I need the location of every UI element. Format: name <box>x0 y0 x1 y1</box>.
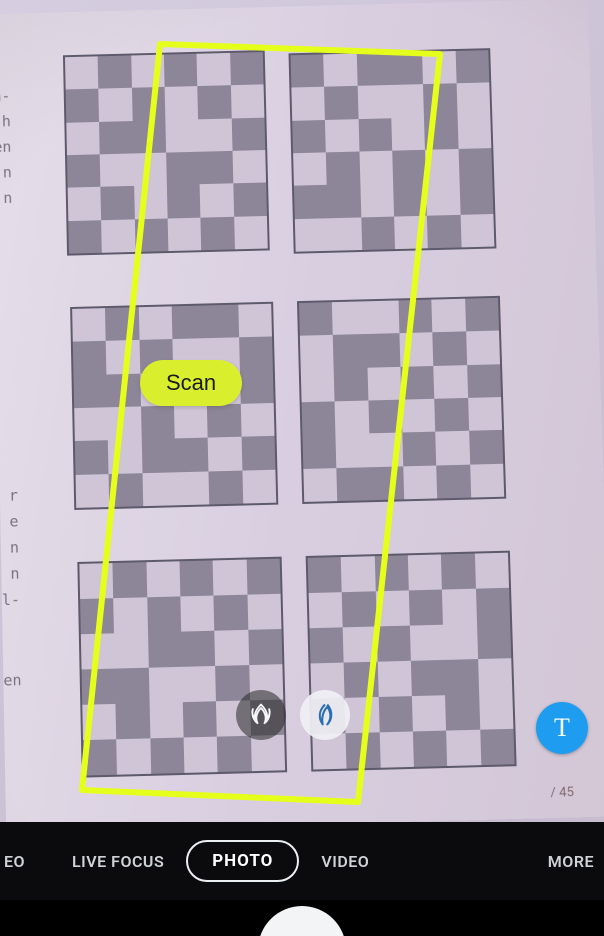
page-edge-text: a- h en n n <box>0 83 13 211</box>
leaf-icon <box>311 701 339 729</box>
bixby-text-badge[interactable]: T <box>536 702 588 754</box>
captured-page-background: a- h en n n r e n n l- en / 45 <box>0 0 604 822</box>
mode-prev-partial[interactable]: EO <box>4 842 42 881</box>
mode-more[interactable]: MORE <box>544 842 600 881</box>
page-pattern-tile <box>288 48 496 254</box>
scene-filter-leaves-dark[interactable] <box>236 690 286 740</box>
page-pattern-tile <box>297 296 506 504</box>
mode-photo-selected[interactable]: PHOTO <box>186 840 299 882</box>
page-pattern-tile <box>63 50 270 256</box>
camera-mode-strip: EO LIVE FOCUS PHOTO VIDEO MORE <box>0 822 604 900</box>
camera-viewfinder[interactable]: a- h en n n r e n n l- en / 45 Scan T <box>0 0 604 822</box>
page-pattern-tile <box>306 551 517 772</box>
page-edge-text: en <box>1 667 22 694</box>
mode-live-focus[interactable]: LIVE FOCUS <box>68 842 168 881</box>
text-badge-label: T <box>554 713 570 743</box>
page-pattern-tile <box>77 557 287 778</box>
shutter-button-partial[interactable] <box>252 900 352 936</box>
mode-video[interactable]: VIDEO <box>317 842 373 881</box>
scan-button[interactable]: Scan <box>140 360 242 406</box>
scene-filter-leaf-light[interactable] <box>300 690 350 740</box>
leaves-icon <box>247 701 275 729</box>
page-number-fragment: / 45 <box>550 785 574 801</box>
page-edge-text: r e n n l- <box>0 482 20 613</box>
